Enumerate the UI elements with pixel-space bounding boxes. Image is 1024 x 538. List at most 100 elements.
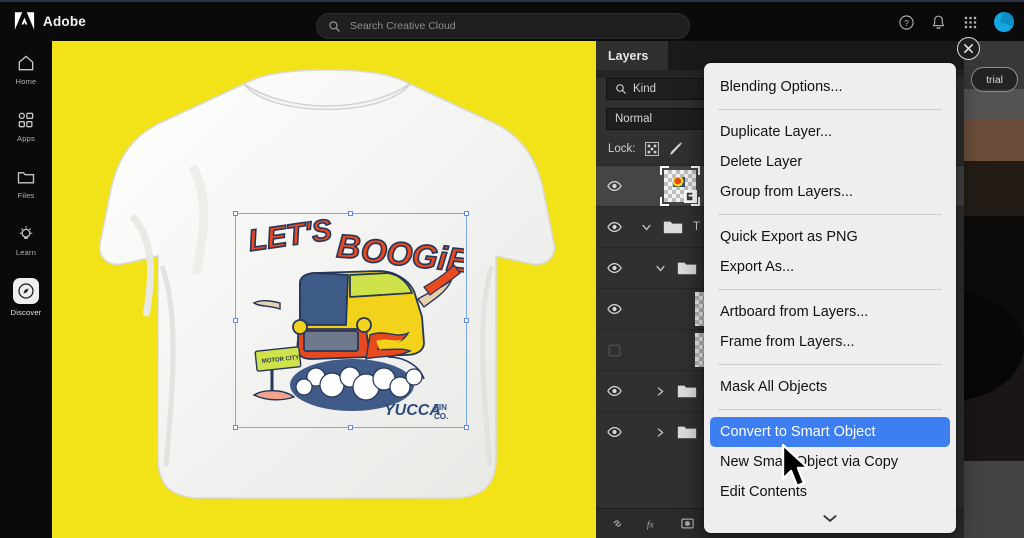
- layer-group-folder-icon: [674, 424, 700, 440]
- folder-icon: [17, 172, 35, 184]
- sidebar-item-apps[interactable]: Apps: [0, 98, 52, 155]
- layer-thumbnail-image: [660, 166, 700, 206]
- eye-off-icon[interactable]: [608, 344, 621, 357]
- folder-icon: [677, 385, 697, 398]
- context-menu-items[interactable]: Blending Options... Duplicate Layer... Del…: [704, 72, 956, 507]
- folder-icon: [677, 426, 697, 439]
- eye-icon[interactable]: [606, 180, 622, 192]
- menu-item[interactable]: Frame from Layers...: [704, 327, 956, 357]
- layer-group-folder-icon: [674, 383, 700, 399]
- svg-text:?: ?: [904, 18, 909, 28]
- menu-item[interactable]: Blending Options...: [704, 72, 956, 102]
- transparent-pixels-icon[interactable]: [644, 142, 659, 156]
- menu-separator: [718, 109, 942, 110]
- layer-visibility-toggle[interactable]: [596, 303, 632, 315]
- eye-icon[interactable]: [606, 221, 622, 233]
- chevron-down-icon: [823, 514, 837, 522]
- layer-expander[interactable]: [646, 263, 674, 274]
- sidebar-item-files[interactable]: Files: [0, 155, 52, 212]
- sidebar-item-apps-label: Apps: [17, 134, 35, 143]
- search-input[interactable]: [350, 20, 670, 32]
- apps-icon: [18, 112, 34, 128]
- layer-filter-value: Kind: [633, 83, 657, 95]
- eye-icon[interactable]: [606, 385, 622, 397]
- close-button[interactable]: [957, 37, 980, 60]
- sidebar-item-discover[interactable]: Discover: [0, 269, 52, 326]
- sidebar-item-learn[interactable]: Learn: [0, 212, 52, 269]
- start-trial-label: trial: [986, 73, 1003, 86]
- sidebar-item-home-label: Home: [15, 77, 37, 86]
- eye-icon[interactable]: [606, 303, 622, 315]
- selection-handle-top-left[interactable]: [233, 211, 238, 216]
- folder-icon: [663, 221, 683, 234]
- chevron-right-icon[interactable]: [655, 386, 666, 397]
- layer-visibility-toggle[interactable]: [596, 426, 632, 438]
- app-grid-icon[interactable]: [962, 14, 979, 31]
- menu-item[interactable]: Duplicate Layer...: [704, 117, 956, 147]
- header-accent-line: [0, 0, 1024, 2]
- mask-icon[interactable]: [680, 516, 695, 531]
- menu-item[interactable]: Mask All Objects: [704, 372, 956, 402]
- layer-visibility-toggle[interactable]: [596, 344, 632, 357]
- eye-icon[interactable]: [606, 426, 622, 438]
- layer-expander[interactable]: [646, 427, 674, 438]
- selection-handle-bottom-middle[interactable]: [348, 425, 353, 430]
- layer-visibility-toggle[interactable]: [596, 221, 632, 233]
- avatar[interactable]: [994, 12, 1014, 32]
- adobe-wordmark: Adobe: [43, 13, 86, 29]
- menu-item[interactable]: Edit Contents: [704, 477, 956, 507]
- sidebar-item-home[interactable]: Home: [0, 41, 52, 98]
- lock-label: Lock:: [608, 143, 636, 155]
- menu-item[interactable]: Export As...: [704, 252, 956, 282]
- bell-icon[interactable]: [930, 14, 947, 31]
- layer-expander[interactable]: [632, 222, 660, 233]
- chevron-right-icon[interactable]: [655, 427, 666, 438]
- menu-item[interactable]: Group from Layers...: [704, 177, 956, 207]
- menu-item[interactable]: Delete Layer: [704, 147, 956, 177]
- chevron-down-icon[interactable]: [641, 222, 652, 233]
- tab-layers[interactable]: Layers: [596, 41, 668, 70]
- layer-visibility-toggle[interactable]: [596, 262, 632, 274]
- selection-handle-bottom-right[interactable]: [464, 425, 469, 430]
- layer-group-folder-icon: [660, 219, 686, 235]
- layer-thumbnail: [660, 166, 700, 206]
- global-search[interactable]: [316, 13, 690, 39]
- selection-handle-middle-left[interactable]: [233, 317, 238, 323]
- menu-item[interactable]: Convert to Smart Object: [710, 417, 950, 447]
- fx-icon[interactable]: fx: [645, 516, 660, 531]
- selection-handle-bottom-left[interactable]: [233, 425, 238, 430]
- menu-item[interactable]: Artboard from Layers...: [704, 297, 956, 327]
- tab-layers-label: Layers: [608, 48, 649, 63]
- menu-separator: [718, 214, 942, 215]
- global-nav-rail: Home Apps Files Learn Discover: [0, 41, 52, 538]
- adobe-brand[interactable]: Adobe: [14, 11, 86, 31]
- menu-separator: [718, 409, 942, 410]
- document-canvas[interactable]: LET'S B OOGiE MOTOR CITY YUCCA FIN CO.: [52, 41, 596, 538]
- menu-item[interactable]: New Smart Object via Copy: [704, 447, 956, 477]
- transform-selection-box[interactable]: [233, 211, 469, 430]
- context-menu-scroll-more[interactable]: [704, 507, 956, 529]
- layer-name-label: T: [693, 221, 701, 233]
- search-icon: [616, 84, 626, 94]
- selection-handle-middle-right[interactable]: [464, 317, 469, 323]
- brush-icon[interactable]: [668, 141, 684, 157]
- menu-separator: [718, 364, 942, 365]
- help-icon[interactable]: ?: [898, 14, 915, 31]
- eye-icon[interactable]: [606, 262, 622, 274]
- layer-visibility-toggle[interactable]: [596, 385, 632, 397]
- start-trial-button[interactable]: trial: [971, 67, 1018, 92]
- selection-handle-top-right[interactable]: [464, 211, 469, 216]
- layer-expander[interactable]: [646, 386, 674, 397]
- sidebar-item-files-label: Files: [17, 191, 35, 200]
- folder-icon: [677, 262, 697, 275]
- chevron-down-icon[interactable]: [655, 263, 666, 274]
- layer-context-menu[interactable]: Blending Options... Duplicate Layer... Del…: [704, 63, 956, 533]
- link-icon[interactable]: [610, 516, 625, 531]
- layer-visibility-toggle[interactable]: [596, 180, 632, 192]
- global-header: Adobe ?: [0, 0, 1024, 41]
- layer-group-folder-icon: [674, 260, 700, 276]
- selection-handle-top-middle[interactable]: [348, 211, 353, 216]
- lightbulb-icon: [19, 226, 33, 239]
- menu-item[interactable]: Quick Export as PNG: [704, 222, 956, 252]
- menu-separator: [718, 289, 942, 290]
